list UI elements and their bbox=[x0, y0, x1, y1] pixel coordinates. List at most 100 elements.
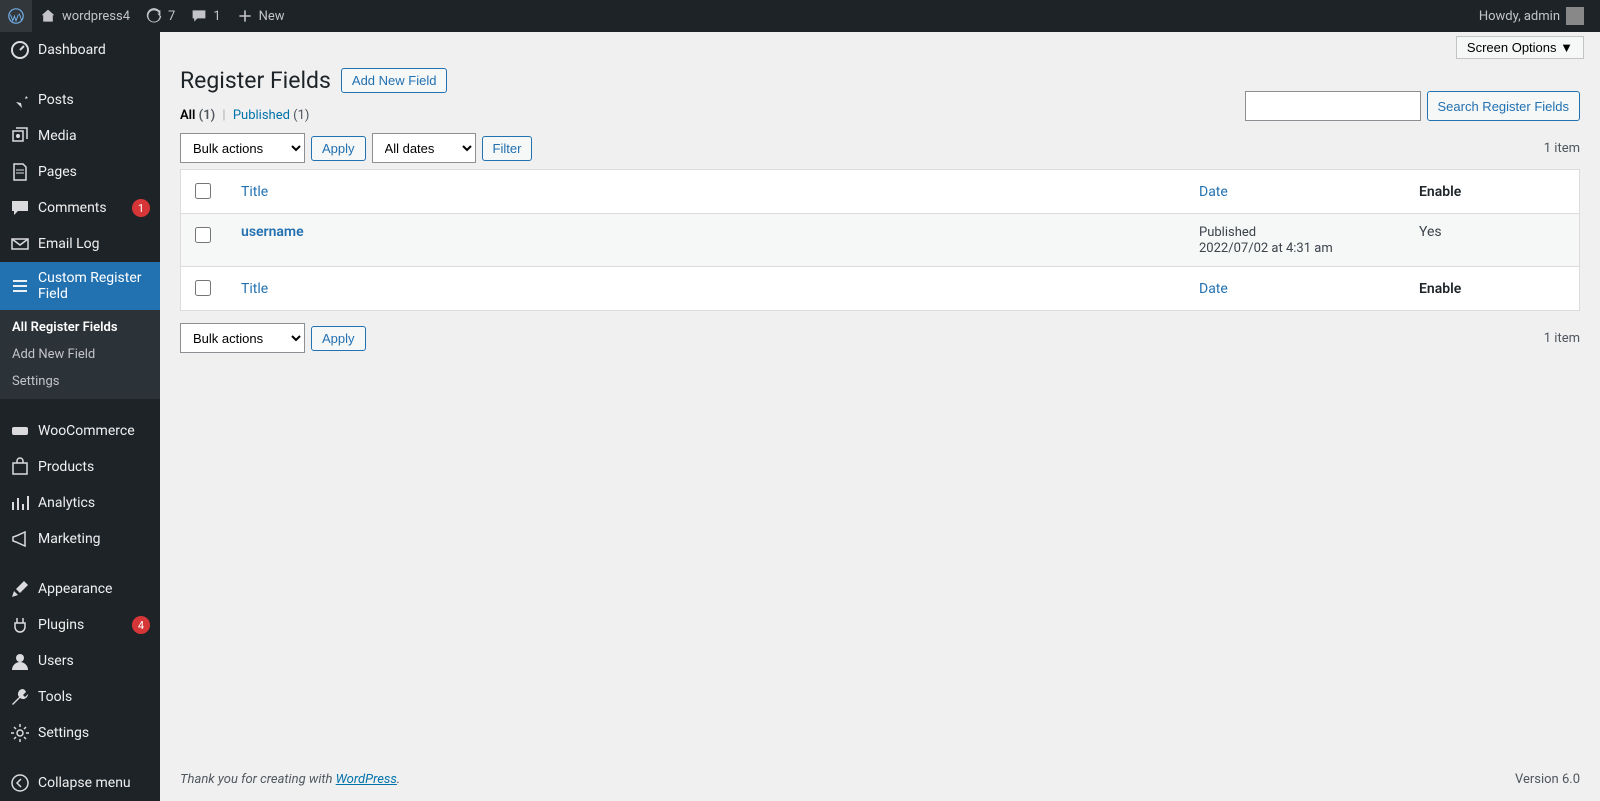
collapse-icon bbox=[10, 773, 30, 793]
sidebar-item-label: Pages bbox=[38, 164, 150, 180]
sidebar-item-woocommerce[interactable]: WooCommerce bbox=[0, 413, 160, 449]
select-all-bottom[interactable] bbox=[195, 280, 211, 296]
screen-options-button[interactable]: Screen Options ▼ bbox=[1456, 36, 1584, 59]
new-content[interactable]: New bbox=[229, 0, 293, 32]
updates-count: 7 bbox=[168, 9, 175, 24]
sidebar-sub-settings[interactable]: Settings bbox=[0, 368, 160, 395]
row-enable: Yes bbox=[1409, 214, 1579, 266]
col-title[interactable]: Title bbox=[231, 170, 1189, 214]
footer-wp-link[interactable]: WordPress bbox=[336, 772, 397, 787]
sidebar-item-dashboard[interactable]: Dashboard bbox=[0, 32, 160, 68]
footer-prefix: Thank you for creating with bbox=[180, 772, 336, 787]
sidebar-item-label: Products bbox=[38, 459, 150, 475]
sidebar-item-marketing[interactable]: Marketing bbox=[0, 521, 160, 557]
sidebar-submenu: All Register Fields Add New Field Settin… bbox=[0, 310, 160, 399]
comments-count: 1 bbox=[213, 9, 220, 24]
select-all-top[interactable] bbox=[195, 183, 211, 199]
account[interactable]: Howdy, admin bbox=[1471, 0, 1592, 32]
sidebar-collapse[interactable]: Collapse menu bbox=[0, 765, 160, 801]
footer-suffix: . bbox=[397, 772, 400, 787]
plus-icon bbox=[237, 8, 253, 24]
sidebar-sub-all-register-fields[interactable]: All Register Fields bbox=[0, 314, 160, 341]
chart-icon bbox=[10, 493, 30, 513]
footer-version: Version 6.0 bbox=[1515, 772, 1580, 787]
sidebar-sub-add-new-field[interactable]: Add New Field bbox=[0, 341, 160, 368]
search-input[interactable] bbox=[1245, 91, 1421, 121]
sidebar-item-posts[interactable]: Posts bbox=[0, 82, 160, 118]
register-fields-table: Title Date Enable username Published 202… bbox=[180, 169, 1580, 311]
apply-button-bottom[interactable]: Apply bbox=[311, 326, 366, 351]
updates[interactable]: 7 bbox=[138, 0, 183, 32]
sidebar-item-label: Marketing bbox=[38, 531, 150, 547]
sidebar-item-label: Analytics bbox=[38, 495, 150, 511]
col-enable-foot: Enable bbox=[1409, 266, 1579, 310]
sidebar-item-label: Settings bbox=[38, 725, 150, 741]
sidebar-item-email-log[interactable]: Email Log bbox=[0, 226, 160, 262]
product-icon bbox=[10, 457, 30, 477]
col-date[interactable]: Date bbox=[1189, 170, 1409, 214]
apply-button-top[interactable]: Apply bbox=[311, 136, 366, 161]
col-date-foot[interactable]: Date bbox=[1189, 266, 1409, 310]
wordpress-icon bbox=[8, 8, 24, 24]
sidebar-item-tools[interactable]: Tools bbox=[0, 679, 160, 715]
item-count-bottom: 1 item bbox=[1544, 331, 1580, 346]
new-label: New bbox=[259, 9, 285, 24]
howdy-text: Howdy, admin bbox=[1479, 9, 1560, 24]
sidebar-item-appearance[interactable]: Appearance bbox=[0, 571, 160, 607]
plug-icon bbox=[10, 615, 30, 635]
row-checkbox[interactable] bbox=[195, 227, 211, 243]
row-title-link[interactable]: username bbox=[241, 224, 304, 240]
sidebar-item-settings[interactable]: Settings bbox=[0, 715, 160, 751]
comments[interactable]: 1 bbox=[183, 0, 228, 32]
add-new-field-button[interactable]: Add New Field bbox=[341, 68, 448, 93]
user-icon bbox=[10, 651, 30, 671]
comment-icon bbox=[191, 8, 207, 24]
col-title-foot[interactable]: Title bbox=[231, 266, 1189, 310]
filter-all[interactable]: All (1) bbox=[180, 108, 215, 123]
list-icon bbox=[10, 276, 30, 296]
admin-bar: wordpress4 7 1 New Howdy, admin bbox=[0, 0, 1600, 32]
sidebar-item-label: WooCommerce bbox=[38, 423, 150, 439]
footer: Thank you for creating with WordPress. V… bbox=[160, 758, 1600, 801]
megaphone-icon bbox=[10, 529, 30, 549]
bulk-actions-select-bottom[interactable]: Bulk actions bbox=[180, 323, 305, 353]
filter-published[interactable]: Published (1) bbox=[233, 108, 310, 123]
sidebar-item-plugins[interactable]: Plugins 4 bbox=[0, 607, 160, 643]
date-filter-select[interactable]: All dates bbox=[372, 133, 476, 163]
sidebar-item-label: Plugins bbox=[38, 617, 124, 633]
media-icon bbox=[10, 126, 30, 146]
wp-logo[interactable] bbox=[0, 0, 32, 32]
dashboard-icon bbox=[10, 40, 30, 60]
sidebar-item-users[interactable]: Users bbox=[0, 643, 160, 679]
sidebar-item-products[interactable]: Products bbox=[0, 449, 160, 485]
sidebar-item-custom-register-field[interactable]: Custom Register Field bbox=[0, 262, 160, 310]
cog-icon bbox=[10, 723, 30, 743]
site-name-text: wordpress4 bbox=[62, 9, 130, 24]
row-status: Published bbox=[1199, 225, 1256, 240]
sidebar-item-label: Custom Register Field bbox=[38, 270, 150, 302]
sidebar-item-label: Dashboard bbox=[38, 42, 150, 58]
sidebar-item-label: Posts bbox=[38, 92, 150, 108]
brush-icon bbox=[10, 579, 30, 599]
sidebar-item-label: Comments bbox=[38, 200, 124, 216]
pin-icon bbox=[10, 90, 30, 110]
sidebar-item-pages[interactable]: Pages bbox=[0, 154, 160, 190]
bulk-actions-select[interactable]: Bulk actions bbox=[180, 133, 305, 163]
col-enable: Enable bbox=[1409, 170, 1579, 214]
site-name[interactable]: wordpress4 bbox=[32, 0, 138, 32]
sidebar-item-label: Email Log bbox=[38, 236, 150, 252]
search-button[interactable]: Search Register Fields bbox=[1427, 91, 1581, 121]
comment-icon bbox=[10, 198, 30, 218]
row-date: 2022/07/02 at 4:31 am bbox=[1199, 241, 1333, 256]
tool-icon bbox=[10, 687, 30, 707]
sidebar-item-analytics[interactable]: Analytics bbox=[0, 485, 160, 521]
page-title: Register Fields bbox=[180, 67, 331, 94]
sidebar-item-label: Users bbox=[38, 653, 150, 669]
filter-button[interactable]: Filter bbox=[482, 136, 533, 161]
sidebar-item-comments[interactable]: Comments 1 bbox=[0, 190, 160, 226]
page-icon bbox=[10, 162, 30, 182]
sidebar-item-label: Tools bbox=[38, 689, 150, 705]
item-count-top: 1 item bbox=[1544, 141, 1580, 156]
sidebar-item-media[interactable]: Media bbox=[0, 118, 160, 154]
sidebar-item-label: Appearance bbox=[38, 581, 150, 597]
